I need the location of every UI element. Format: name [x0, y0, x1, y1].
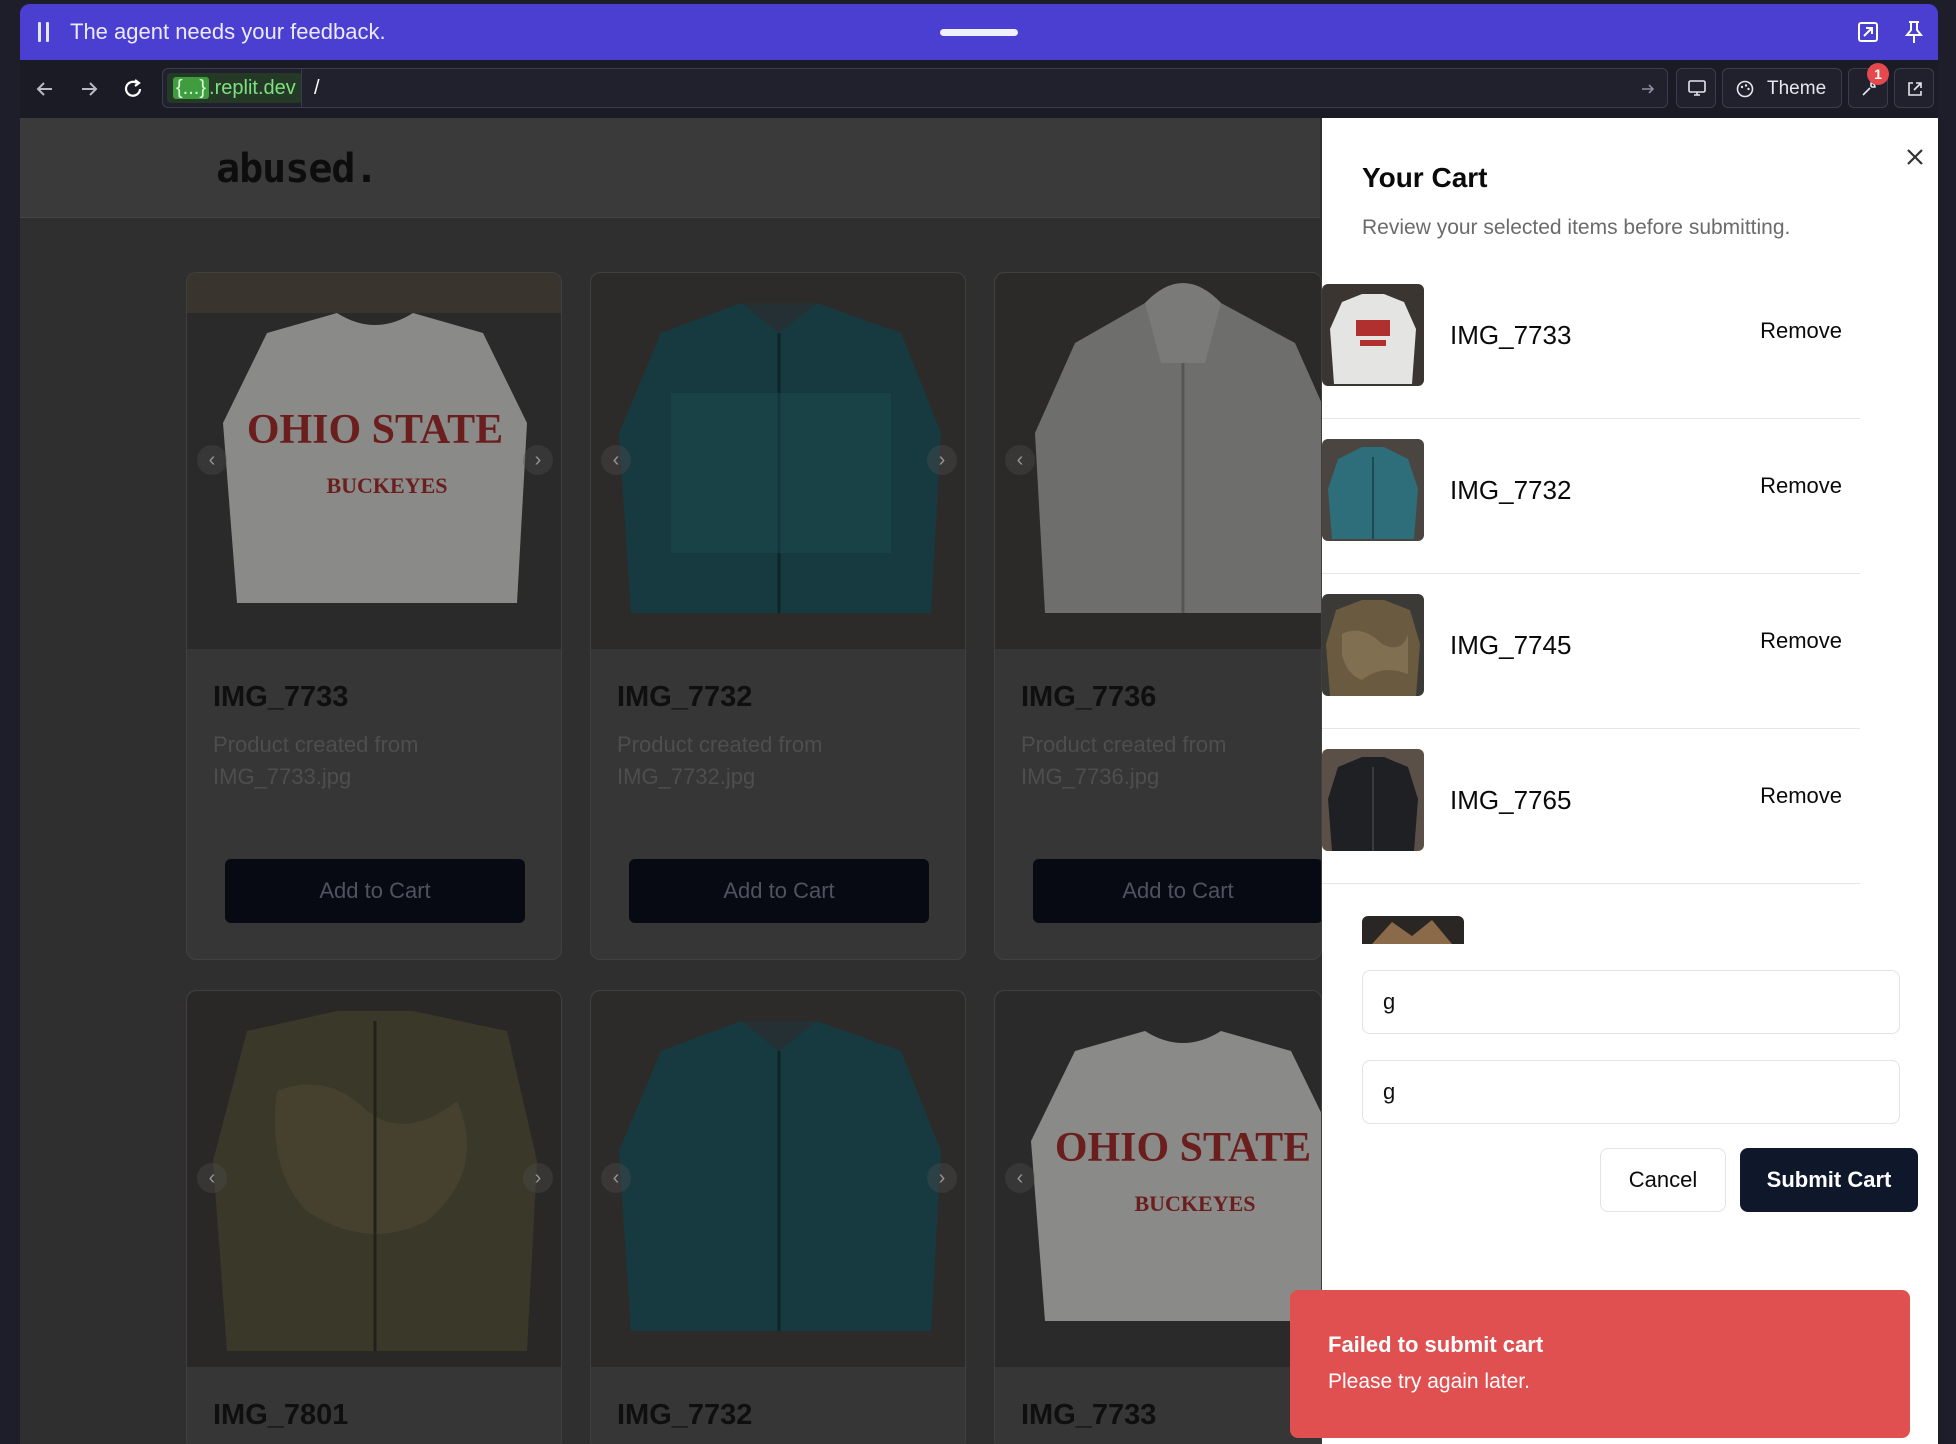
- address-path[interactable]: /: [301, 69, 1667, 107]
- product-title: IMG_7733: [213, 681, 349, 713]
- product-card: OHIO STATE BUCKEYES ‹ IMG_7733: [994, 990, 1322, 1444]
- product-description: Product created from IMG_7732.jpg: [617, 732, 823, 789]
- notification-badge: 1: [1867, 63, 1889, 85]
- next-image-icon[interactable]: ›: [927, 445, 957, 475]
- remove-button[interactable]: Remove: [1760, 473, 1842, 499]
- svg-text:OHIO STATE: OHIO STATE: [1055, 1125, 1311, 1171]
- go-arrow-icon[interactable]: [1639, 80, 1657, 98]
- forward-icon[interactable]: [76, 76, 102, 102]
- theme-button[interactable]: Theme: [1722, 68, 1842, 108]
- next-image-icon[interactable]: ›: [927, 1163, 957, 1193]
- toast-message: Please try again later.: [1328, 1370, 1530, 1393]
- palette-icon: [1736, 80, 1754, 98]
- agent-message: The agent needs your feedback.: [70, 19, 386, 44]
- remove-button[interactable]: Remove: [1760, 318, 1842, 344]
- devtools-button[interactable]: 1: [1848, 63, 1889, 108]
- cart-title: Your Cart: [1362, 162, 1488, 193]
- product-image[interactable]: [187, 991, 561, 1367]
- cart-item-thumbnail-partial: [1362, 916, 1464, 944]
- cart-item-name: IMG_7765: [1450, 785, 1572, 815]
- close-icon[interactable]: [1902, 144, 1928, 170]
- address-host: {...} .replit.dev: [167, 73, 302, 103]
- cart-item-thumbnail: [1322, 284, 1424, 386]
- remove-button[interactable]: Remove: [1760, 783, 1842, 809]
- product-title: IMG_7732: [617, 681, 753, 713]
- cart-input-1[interactable]: g: [1362, 970, 1900, 1034]
- reload-icon[interactable]: [120, 76, 146, 102]
- monitor-icon: [1688, 80, 1706, 96]
- product-title: IMG_7736: [1021, 681, 1157, 713]
- prev-image-icon[interactable]: ‹: [197, 1163, 227, 1193]
- prev-image-icon[interactable]: ‹: [601, 445, 631, 475]
- address-field[interactable]: {...} .replit.dev /: [162, 68, 1668, 108]
- site-header: abused.: [20, 118, 1320, 218]
- submit-cart-button[interactable]: Submit Cart: [1740, 1148, 1918, 1212]
- product-title: IMG_7732: [617, 1399, 753, 1431]
- cart-item-thumbnail: [1322, 594, 1424, 696]
- site-logo[interactable]: abused.: [216, 146, 379, 192]
- product-image[interactable]: [591, 273, 965, 649]
- cart-sheet: Your Cart Review your selected items bef…: [1322, 118, 1938, 1444]
- url-bar: {...} .replit.dev / Theme 1: [20, 60, 1938, 118]
- product-description: Product created from IMG_7733.jpg: [213, 732, 419, 789]
- error-toast: Failed to submit cart Please try again l…: [1290, 1290, 1910, 1438]
- next-image-icon[interactable]: ›: [523, 445, 553, 475]
- browser-frame: The agent needs your feedback. {...} .rep…: [20, 4, 1938, 1444]
- remove-button[interactable]: Remove: [1760, 628, 1842, 654]
- add-to-cart-button[interactable]: Add to Cart: [1033, 859, 1321, 923]
- svg-text:BUCKEYES: BUCKEYES: [1134, 1191, 1255, 1216]
- cart-item: IMG_7765 Remove: [1322, 729, 1860, 884]
- cart-subtitle: Review your selected items before submit…: [1362, 216, 1791, 239]
- cart-item: IMG_7732 Remove: [1322, 419, 1860, 574]
- cart-item-name: IMG_7733: [1450, 320, 1572, 350]
- theme-label: Theme: [1767, 78, 1827, 99]
- prev-image-icon[interactable]: ‹: [601, 1163, 631, 1193]
- product-card: ‹ IMG_7736 Product created from IMG_7736…: [994, 272, 1322, 960]
- product-image[interactable]: OHIO STATE BUCKEYES: [187, 273, 561, 649]
- cart-item-name: IMG_7745: [1450, 630, 1572, 660]
- expand-icon[interactable]: [1854, 18, 1882, 46]
- cancel-button[interactable]: Cancel: [1600, 1148, 1726, 1212]
- next-image-icon[interactable]: ›: [523, 1163, 553, 1193]
- product-card: OHIO STATE BUCKEYES ‹ › IMG_7733 Product…: [186, 272, 562, 960]
- product-card: ‹ › IMG_7801: [186, 990, 562, 1444]
- prev-image-icon[interactable]: ‹: [1005, 445, 1035, 475]
- product-description: Product created from IMG_7736.jpg: [1021, 732, 1227, 789]
- cart-item-name: IMG_7732: [1450, 475, 1572, 505]
- svg-text:BUCKEYES: BUCKEYES: [326, 473, 447, 498]
- add-to-cart-button[interactable]: Add to Cart: [225, 859, 525, 923]
- product-image[interactable]: [995, 273, 1321, 649]
- product-image[interactable]: OHIO STATE BUCKEYES: [995, 991, 1321, 1367]
- page-viewport: abused. OHIO STATE BUCKEYES ‹ › IMG_7733…: [20, 118, 1938, 1444]
- toast-title: Failed to submit cart: [1328, 1332, 1544, 1357]
- external-link-icon: [1908, 82, 1922, 96]
- agent-feedback-bar: The agent needs your feedback.: [20, 4, 1938, 60]
- device-toggle[interactable]: [1676, 68, 1716, 108]
- open-new-tab-button[interactable]: [1894, 68, 1934, 108]
- product-title: IMG_7733: [1021, 1399, 1157, 1431]
- prev-image-icon[interactable]: ‹: [1005, 1163, 1035, 1193]
- prev-image-icon[interactable]: ‹: [197, 445, 227, 475]
- pause-icon[interactable]: [38, 22, 50, 42]
- back-icon[interactable]: [32, 76, 58, 102]
- cart-input-2[interactable]: g: [1362, 1060, 1900, 1124]
- pin-icon[interactable]: [1900, 18, 1928, 46]
- drag-handle[interactable]: [940, 29, 1018, 36]
- product-card: ‹ › IMG_7732: [590, 990, 966, 1444]
- product-card: ‹ › IMG_7732 Product created from IMG_77…: [590, 272, 966, 960]
- add-to-cart-button[interactable]: Add to Cart: [629, 859, 929, 923]
- cart-item-thumbnail: [1322, 439, 1424, 541]
- cart-item-thumbnail: [1322, 749, 1424, 851]
- product-image[interactable]: [591, 991, 965, 1367]
- cart-item: IMG_7733 Remove: [1322, 264, 1860, 419]
- product-title: IMG_7801: [213, 1399, 349, 1431]
- cart-item: IMG_7745 Remove: [1322, 574, 1860, 729]
- svg-text:OHIO STATE: OHIO STATE: [247, 407, 503, 453]
